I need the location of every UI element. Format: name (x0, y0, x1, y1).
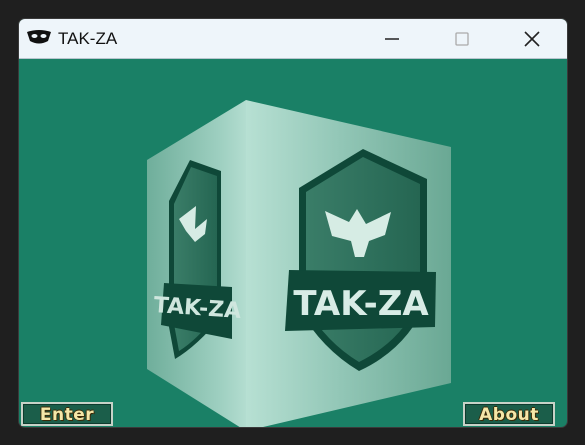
svg-text:TAK-ZA: TAK-ZA (293, 284, 429, 324)
about-button[interactable]: About (463, 402, 555, 426)
minimize-icon (385, 38, 399, 40)
minimize-button[interactable] (369, 22, 415, 56)
rotating-cube: TAK-ZA TAK-ZA (147, 100, 451, 427)
title-bar[interactable]: TAK-ZA (19, 19, 567, 59)
app-window: TAK-ZA TAK-ZA TAK-ZA Enter About (18, 18, 568, 428)
maximize-button[interactable] (439, 22, 485, 56)
enter-button[interactable]: Enter (21, 402, 113, 426)
close-icon (524, 31, 540, 47)
window-title: TAK-ZA (58, 29, 118, 48)
close-button[interactable] (509, 22, 555, 56)
render-viewport: TAK-ZA TAK-ZA (19, 59, 567, 427)
maximize-icon (455, 32, 469, 46)
mask-icon (27, 30, 51, 44)
